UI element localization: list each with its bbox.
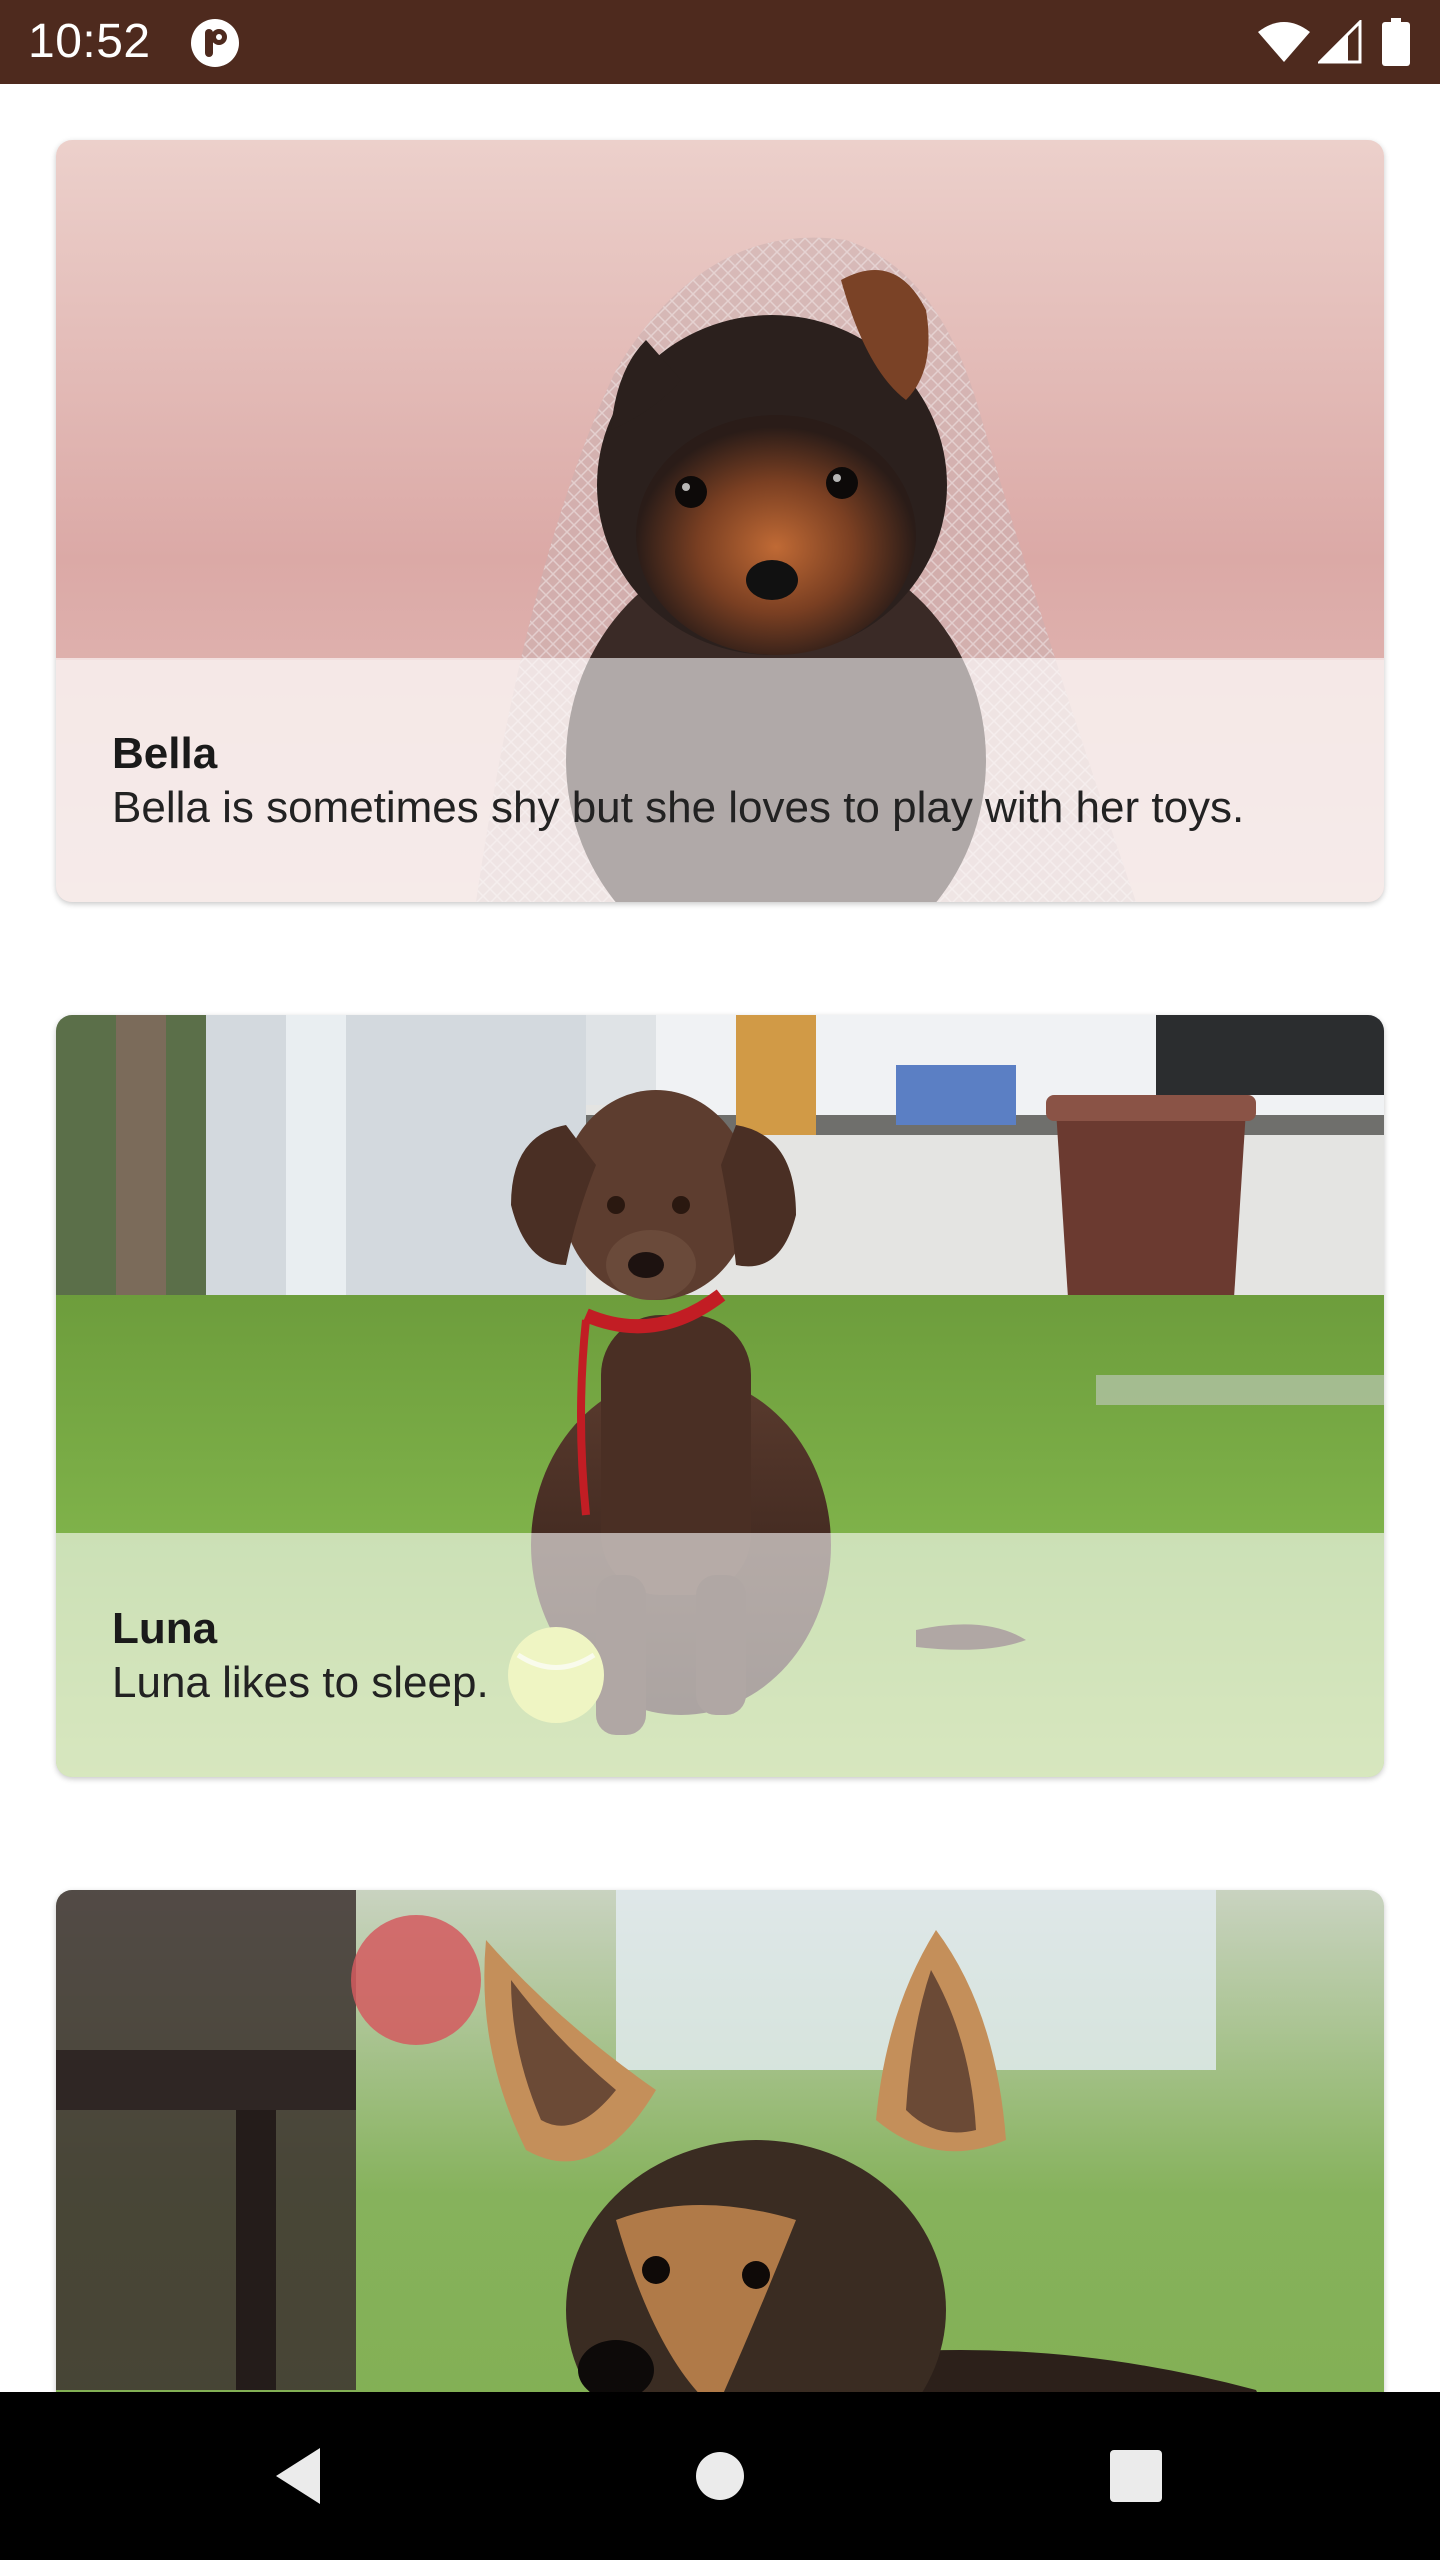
puppy-description: Bella is sometimes shy but she loves to … (112, 783, 1245, 832)
card-caption: Luna Luna likes to sleep. (56, 1533, 1384, 1777)
status-time: 10:52 (28, 15, 151, 68)
app-notification-icon (191, 19, 239, 67)
card-caption: Bella Bella is sometimes shy but she lov… (56, 658, 1384, 902)
puppy-description: Luna likes to sleep. (112, 1658, 489, 1707)
recents-icon[interactable] (1096, 2436, 1176, 2516)
german-shepherd-puppy-photo (56, 1890, 1384, 2392)
battery-icon (1382, 18, 1410, 66)
navigation-bar (0, 2392, 1440, 2560)
puppy-card[interactable]: Bella Bella is sometimes shy but she lov… (56, 140, 1384, 902)
status-bar: 10:52 (0, 0, 1440, 84)
wifi-icon (1258, 22, 1310, 62)
cell-signal-icon (1318, 20, 1362, 64)
puppy-card[interactable]: Luna Luna likes to sleep. (56, 1015, 1384, 1777)
puppy-list[interactable]: Bella Bella is sometimes shy but she lov… (0, 84, 1440, 2392)
home-icon[interactable] (680, 2436, 760, 2516)
puppy-name: Bella (112, 729, 218, 778)
puppy-name: Luna (112, 1604, 218, 1653)
back-icon[interactable] (262, 2436, 342, 2516)
puppy-card[interactable] (56, 1890, 1384, 2392)
